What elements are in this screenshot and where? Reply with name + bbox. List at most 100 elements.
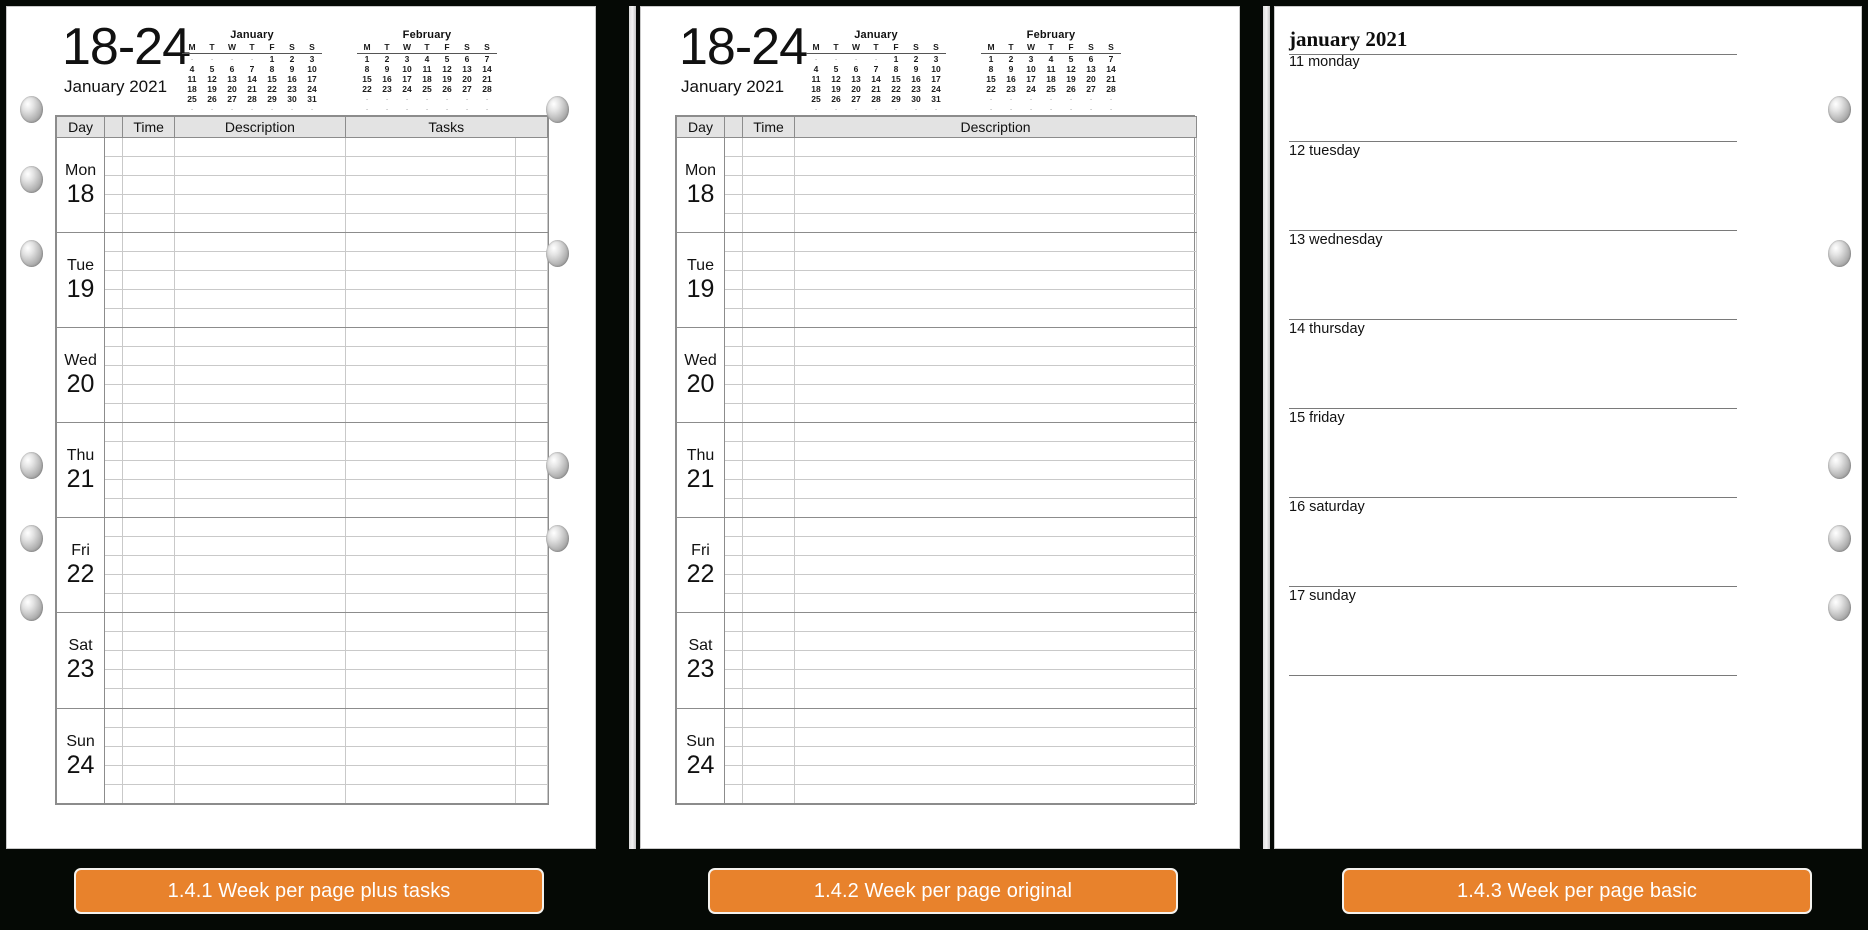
grid-entry-cell[interactable] — [104, 498, 124, 519]
grid-entry-cell[interactable] — [794, 726, 1197, 747]
grid-entry-cell[interactable] — [122, 441, 176, 462]
grid-entry-cell[interactable] — [794, 422, 1197, 443]
grid-entry-cell[interactable] — [122, 270, 176, 291]
grid-entry-cell[interactable] — [514, 726, 549, 747]
grid-entry-cell[interactable] — [794, 289, 1197, 310]
grid-entry-cell[interactable] — [794, 441, 1197, 462]
grid-entry-cell[interactable] — [724, 745, 743, 766]
grid-entry-cell[interactable] — [742, 498, 795, 519]
grid-entry-cell[interactable] — [104, 137, 124, 157]
grid-entry-cell[interactable] — [794, 517, 1197, 538]
grid-entry-cell[interactable] — [344, 479, 516, 500]
grid-entry-cell[interactable] — [174, 460, 346, 481]
grid-entry-cell[interactable] — [174, 498, 346, 519]
grid-entry-cell[interactable] — [794, 346, 1197, 367]
grid-entry-cell[interactable] — [514, 764, 549, 785]
grid-entry-cell[interactable] — [742, 327, 795, 348]
grid-entry-cell[interactable] — [344, 212, 516, 234]
grid-entry-cell[interactable] — [724, 593, 743, 614]
grid-entry-cell[interactable] — [104, 650, 124, 671]
grid-entry-cell[interactable] — [724, 422, 743, 443]
grid-entry-cell[interactable] — [514, 612, 549, 633]
grid-entry-cell[interactable] — [794, 479, 1197, 500]
grid-entry-cell[interactable] — [344, 517, 516, 538]
grid-entry-cell[interactable] — [724, 212, 743, 234]
grid-entry-cell[interactable] — [104, 327, 124, 348]
grid-entry-cell[interactable] — [344, 441, 516, 462]
grid-entry-cell[interactable] — [344, 536, 516, 557]
grid-entry-cell[interactable] — [514, 669, 549, 690]
grid-entry-cell[interactable] — [122, 764, 176, 785]
grid-entry-cell[interactable] — [174, 650, 346, 671]
grid-entry-cell[interactable] — [174, 346, 346, 367]
grid-entry-cell[interactable] — [794, 593, 1197, 614]
grid-entry-cell[interactable] — [724, 251, 743, 272]
grid-entry-cell[interactable] — [344, 251, 516, 272]
grid-entry-cell[interactable] — [724, 365, 743, 386]
grid-entry-cell[interactable] — [174, 194, 346, 214]
grid-entry-cell[interactable] — [514, 745, 549, 766]
grid-entry-cell[interactable] — [104, 384, 124, 405]
grid-entry-cell[interactable] — [514, 555, 549, 576]
grid-entry-cell[interactable] — [724, 479, 743, 500]
grid-entry-cell[interactable] — [794, 612, 1197, 633]
grid-entry-cell[interactable] — [104, 688, 124, 709]
grid-entry-cell[interactable] — [514, 783, 549, 805]
grid-entry-cell[interactable] — [122, 327, 176, 348]
grid-entry-cell[interactable] — [104, 194, 124, 214]
grid-entry-cell[interactable] — [742, 175, 795, 195]
grid-entry-cell[interactable] — [724, 631, 743, 652]
basic-day-block[interactable]: 16 saturday — [1289, 498, 1737, 587]
grid-entry-cell[interactable] — [724, 156, 743, 176]
grid-entry-cell[interactable] — [174, 251, 346, 272]
grid-entry-cell[interactable] — [344, 270, 516, 291]
grid-entry-cell[interactable] — [724, 783, 743, 805]
grid-entry-cell[interactable] — [742, 783, 795, 805]
grid-entry-cell[interactable] — [514, 289, 549, 310]
grid-entry-cell[interactable] — [104, 232, 124, 253]
grid-entry-cell[interactable] — [344, 460, 516, 481]
grid-entry-cell[interactable] — [742, 212, 795, 234]
grid-entry-cell[interactable] — [742, 688, 795, 709]
grid-entry-cell[interactable] — [344, 745, 516, 766]
grid-entry-cell[interactable] — [174, 137, 346, 157]
grid-entry-cell[interactable] — [514, 384, 549, 405]
grid-entry-cell[interactable] — [344, 327, 516, 348]
basic-day-block[interactable]: 13 wednesday — [1289, 231, 1737, 320]
grid-entry-cell[interactable] — [742, 441, 795, 462]
grid-entry-cell[interactable] — [122, 631, 176, 652]
grid-entry-cell[interactable] — [104, 707, 124, 728]
grid-entry-cell[interactable] — [122, 137, 176, 157]
grid-entry-cell[interactable] — [794, 650, 1197, 671]
grid-entry-cell[interactable] — [174, 631, 346, 652]
grid-entry-cell[interactable] — [122, 574, 176, 595]
planner-page-week-plus-tasks[interactable]: 18-24 January 2021 January M T W T F S S… — [6, 6, 596, 849]
grid-entry-cell[interactable] — [174, 212, 346, 234]
grid-entry-cell[interactable] — [104, 555, 124, 576]
grid-entry-cell[interactable] — [742, 289, 795, 310]
grid-entry-cell[interactable] — [344, 669, 516, 690]
grid-entry-cell[interactable] — [104, 365, 124, 386]
grid-entry-cell[interactable] — [174, 707, 346, 728]
grid-entry-cell[interactable] — [742, 194, 795, 214]
grid-entry-cell[interactable] — [122, 175, 176, 195]
grid-entry-cell[interactable] — [724, 270, 743, 291]
grid-entry-cell[interactable] — [794, 745, 1197, 766]
grid-entry-cell[interactable] — [344, 783, 516, 805]
grid-entry-cell[interactable] — [794, 669, 1197, 690]
grid-entry-cell[interactable] — [122, 555, 176, 576]
grid-entry-cell[interactable] — [104, 251, 124, 272]
grid-entry-cell[interactable] — [174, 783, 346, 805]
grid-entry-cell[interactable] — [104, 764, 124, 785]
grid-entry-cell[interactable] — [724, 517, 743, 538]
grid-entry-cell[interactable] — [724, 232, 743, 253]
grid-entry-cell[interactable] — [344, 137, 516, 157]
grid-entry-cell[interactable] — [724, 137, 743, 157]
grid-entry-cell[interactable] — [742, 460, 795, 481]
grid-entry-cell[interactable] — [742, 593, 795, 614]
grid-entry-cell[interactable] — [104, 669, 124, 690]
grid-entry-cell[interactable] — [122, 707, 176, 728]
grid-entry-cell[interactable] — [724, 650, 743, 671]
grid-entry-cell[interactable] — [174, 669, 346, 690]
grid-entry-cell[interactable] — [794, 764, 1197, 785]
